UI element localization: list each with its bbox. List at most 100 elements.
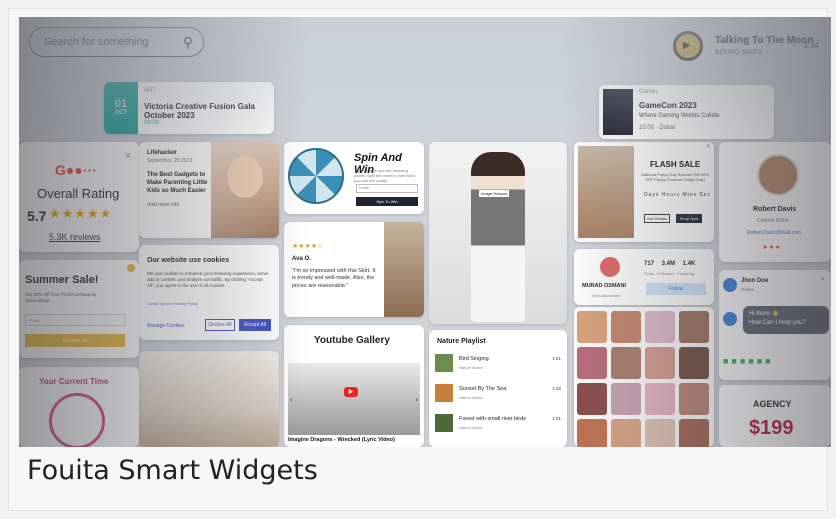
news-source: Lifehacker xyxy=(147,150,178,156)
profile-card: Robert Davis Content Writer Robert.Davis… xyxy=(719,142,831,262)
follow-button[interactable]: Follow xyxy=(646,283,706,295)
avatar xyxy=(757,154,799,196)
game-subtitle: Where Gaming Worlds Collide xyxy=(639,113,720,119)
image-hotspot-widget: Image Hotspot xyxy=(429,142,567,324)
hotspot-tooltip[interactable]: Image Hotspot xyxy=(479,190,510,197)
rating-stars: ★★★★★ xyxy=(49,206,113,221)
close-dot-icon[interactable] xyxy=(127,264,135,272)
grid-photo[interactable] xyxy=(577,347,607,379)
track-title: Bird Singing xyxy=(459,356,489,362)
event-card[interactable]: 01 OCT ART Victoria Creative Fusion Gala… xyxy=(104,82,274,134)
details-button[interactable]: Get Details xyxy=(644,214,670,223)
chat-widget: Jhon Doe Online × Hi there 👋 How Can I H… xyxy=(719,270,831,380)
playlist-heading: Nature Playlist xyxy=(437,338,486,345)
prize-wheel[interactable] xyxy=(288,148,344,204)
widget-frame: Search for something ⚲ ▶ Talking To The … xyxy=(8,8,831,511)
social-icons[interactable]: ●●● xyxy=(763,244,782,251)
chat-bubble: Hi there 👋 How Can I Help you? xyxy=(743,306,829,334)
decline-button[interactable]: Decline All xyxy=(205,319,235,331)
grid-photo[interactable] xyxy=(577,383,607,415)
spin-wheel-widget: Spin And Win Try your luck and win amazi… xyxy=(284,142,424,214)
sale-heading: Summer Sale! xyxy=(25,274,99,286)
pricing-price: $199 xyxy=(749,417,794,439)
sale-text: Get 30% Off Your First Purchase by Subsc… xyxy=(25,292,97,303)
grid-photo[interactable] xyxy=(645,347,675,379)
close-icon[interactable]: × xyxy=(821,276,825,283)
play-icon[interactable]: ▶ xyxy=(344,387,358,397)
close-icon[interactable]: × xyxy=(125,150,131,162)
flash-heading: FLASH SALE xyxy=(650,160,701,169)
grid-photo[interactable] xyxy=(611,419,641,447)
list-item[interactable]: Forest with small river birds Nature Mus… xyxy=(435,414,561,438)
close-icon[interactable]: × xyxy=(706,144,710,150)
model-figure xyxy=(471,152,525,322)
grid-photo[interactable] xyxy=(679,347,709,379)
clock-widget: Your Current Time xyxy=(19,367,139,447)
shop-now-button[interactable]: Shop Now xyxy=(676,214,702,223)
news-card[interactable]: Lifehacker September, 28 2023 The Best G… xyxy=(139,142,279,238)
event-month: OCT xyxy=(114,110,128,116)
game-title: GameCon 2023 xyxy=(639,101,697,110)
accept-button[interactable]: Accept All xyxy=(239,319,271,331)
track-duration: 1:51 xyxy=(552,416,561,421)
list-item[interactable]: Sunset By The Sea Nature Music 1:28 xyxy=(435,384,561,408)
avatar xyxy=(723,312,737,326)
game-event-card[interactable]: Games GameCon 2023 Where Gaming Worlds C… xyxy=(599,85,774,139)
cookie-text: We use cookies to enhance your browsing … xyxy=(147,271,269,289)
list-item[interactable]: Bird Singing Nature Music 1:51 xyxy=(435,354,561,378)
spin-button[interactable]: Spin To Win xyxy=(356,197,418,206)
review-image xyxy=(384,222,424,317)
play-icon[interactable]: ▶ xyxy=(683,40,691,51)
search-placeholder: Search for something xyxy=(44,36,149,48)
profile-email[interactable]: Robert.Davis@mail.com xyxy=(747,230,801,236)
chevron-right-icon[interactable]: › xyxy=(415,395,418,404)
track-subtitle: Nature Music xyxy=(459,425,483,430)
grid-photo[interactable] xyxy=(611,383,641,415)
chat-name: Jhon Doe xyxy=(741,278,769,284)
spin-subtext: Try your luck and win amazing prizes. Sp… xyxy=(354,168,415,183)
discount-button[interactable]: Get 30% Off xyxy=(25,334,125,347)
photo-grid xyxy=(574,307,714,447)
event-title: Victoria Creative Fusion Gala October 20… xyxy=(144,102,256,120)
chevron-left-icon[interactable]: ‹ xyxy=(290,395,293,404)
cookie-heading: Our website use cookies xyxy=(147,257,230,264)
grid-photo[interactable] xyxy=(611,347,641,379)
pricing-card: AGENCY $199 xyxy=(719,385,831,447)
grid-photo[interactable] xyxy=(611,311,641,343)
email-field[interactable]: Email xyxy=(356,184,418,193)
messaging-app-icons[interactable]: ■■■■■■ xyxy=(723,356,774,366)
music-player[interactable]: ▶ Talking To The Moon BRUNO MARS 3:34 xyxy=(659,29,829,73)
grid-photo[interactable] xyxy=(679,311,709,343)
track-title: Sunset By The Sea xyxy=(459,386,507,392)
reviews-link[interactable]: 5.3K reviews xyxy=(49,232,101,242)
privacy-link[interactable]: Check out our Privacy Policy xyxy=(147,301,198,306)
grid-photo[interactable] xyxy=(645,311,675,343)
search-icon[interactable]: ⚲ xyxy=(183,34,193,51)
grid-photo[interactable] xyxy=(645,419,675,447)
grid-photo[interactable] xyxy=(679,419,709,447)
event-tag: ART xyxy=(144,88,156,94)
manage-cookies-link[interactable]: Manage Cookies xyxy=(147,323,185,329)
event-time: 09:00 xyxy=(144,120,160,126)
grid-photo[interactable] xyxy=(645,383,675,415)
track-duration: 1:51 xyxy=(552,356,561,361)
news-date: September, 28 2023 xyxy=(147,158,193,164)
rating-score: 5.7 xyxy=(27,208,47,224)
read-more-link[interactable]: read more info xyxy=(147,202,179,208)
grid-photo[interactable] xyxy=(577,311,607,343)
profile-name: Robert Davis xyxy=(753,206,797,213)
widgets-screenshot: Search for something ⚲ ▶ Talking To The … xyxy=(19,17,831,447)
testimonial-card: ★★★★☆ Ava O. "I'm so impressed with this… xyxy=(284,222,424,317)
clock-face xyxy=(49,393,105,447)
artist-stats: 717 3.4M 1.4K xyxy=(644,261,696,267)
grid-photo[interactable] xyxy=(679,383,709,415)
chat-message-2: How Can I Help you? xyxy=(749,320,806,326)
event-day: 01 xyxy=(114,98,128,110)
grid-photo[interactable] xyxy=(577,419,607,447)
countdown-labels: Days Hours Mins Sec xyxy=(644,192,712,198)
flash-sale-popup: × FLASH SALE National Puppy Day Special!… xyxy=(574,142,714,242)
instagram-profile-card: MURAD OSMANI @muradosmani 717 3.4M 1.4K … xyxy=(574,249,714,305)
video-thumbnail[interactable] xyxy=(288,363,420,435)
email-field[interactable]: Email xyxy=(25,314,125,326)
search-input[interactable]: Search for something ⚲ xyxy=(29,27,204,57)
